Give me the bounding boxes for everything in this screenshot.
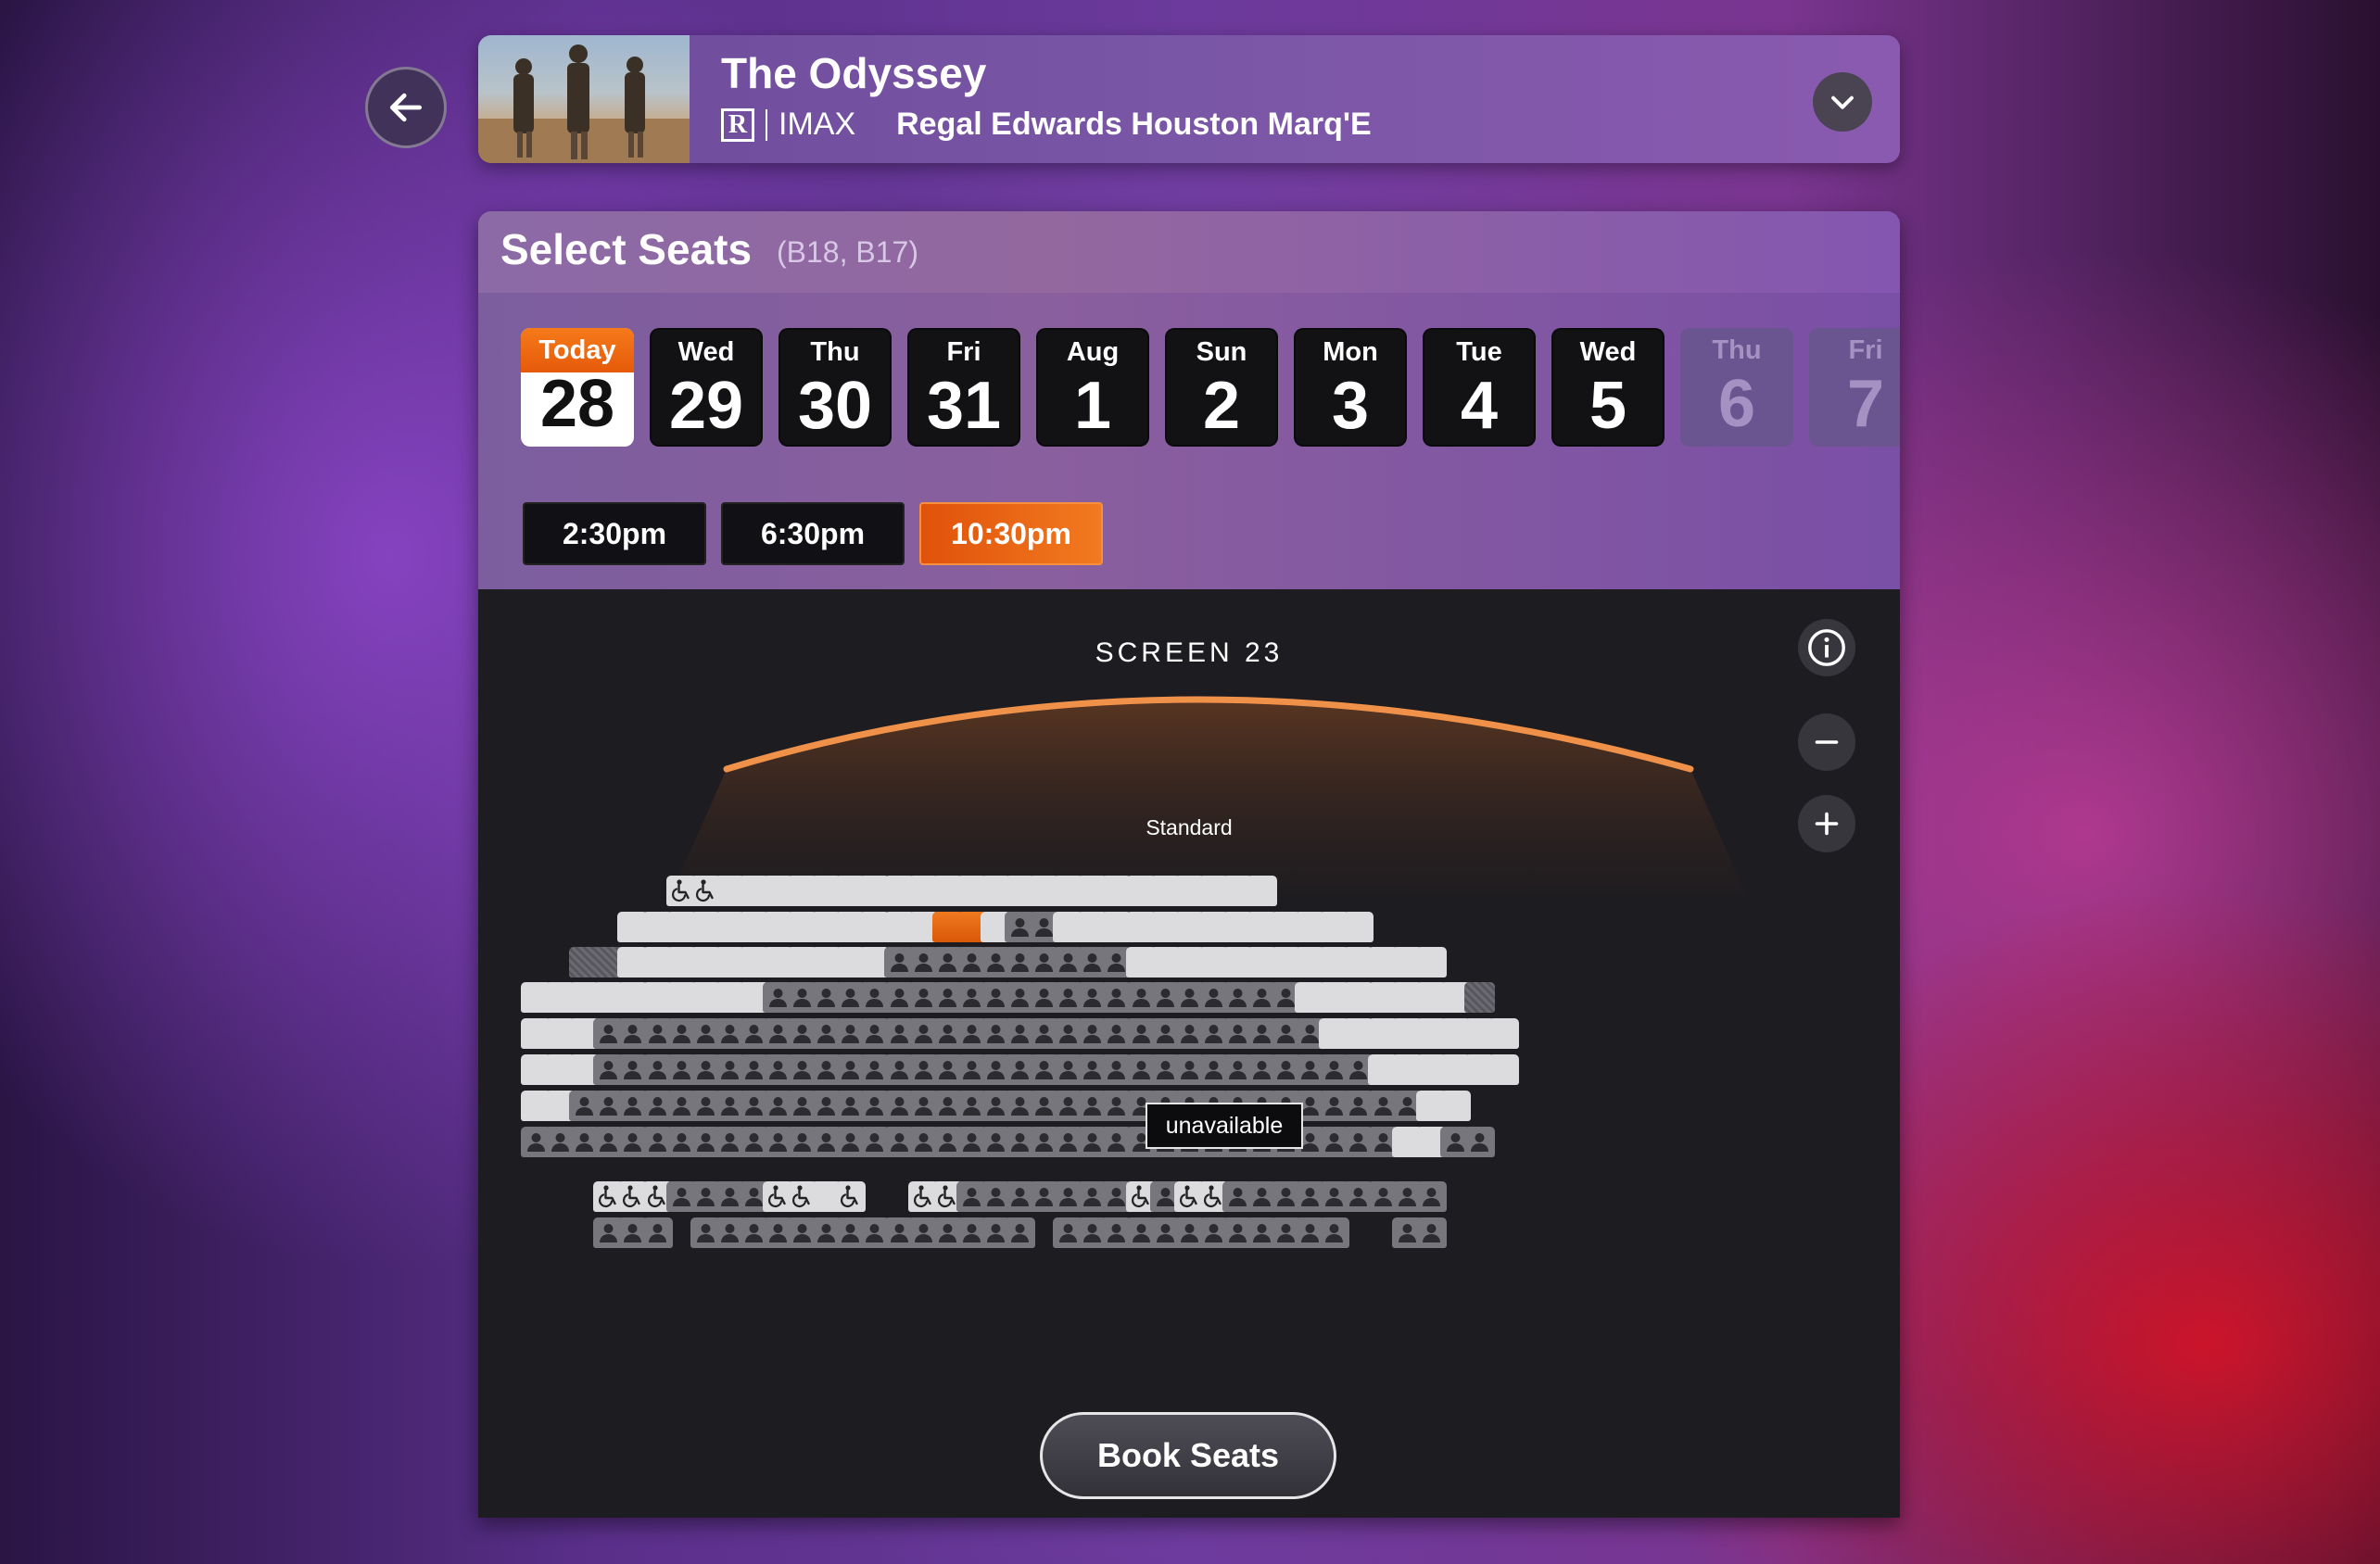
date-tile[interactable]: Wed 29 — [650, 328, 763, 447]
person-icon — [1423, 1224, 1440, 1242]
minus-icon — [1815, 740, 1839, 744]
movie-dropdown-button[interactable] — [1813, 72, 1872, 132]
info-button[interactable] — [1798, 619, 1855, 676]
back-button[interactable] — [365, 67, 447, 148]
date-day: 29 — [668, 369, 744, 443]
movie-header: The Odyssey R IMAX Regal Edwards Houston… — [478, 35, 1900, 163]
date-weekday: Wed — [1579, 337, 1637, 367]
meta-divider — [766, 108, 767, 141]
date-day: 31 — [926, 369, 1002, 443]
date-weekday: Tue — [1456, 337, 1502, 367]
theater-name: Regal Edwards Houston Marq'E — [896, 107, 1372, 142]
person-icon — [1011, 1224, 1029, 1242]
select-seats-header: Select Seats (B18, B17) — [478, 211, 1900, 293]
date-picker: Today 28 Wed 29 Thu 30 Fri 31 Aug 1 Sun 2 Mon 3 Tue 4 We… — [521, 328, 1900, 448]
chevron-down-icon — [1831, 95, 1854, 109]
seat-available[interactable] — [1488, 1054, 1519, 1085]
arrow-left-icon — [389, 93, 423, 122]
date-tile[interactable]: Thu 30 — [779, 328, 892, 447]
seat-available[interactable] — [1343, 912, 1374, 942]
seat-selection-panel: Select Seats (B18, B17) Today 28 Wed 29 Thu 3… — [478, 211, 1900, 1518]
date-tile[interactable]: Aug 1 — [1036, 328, 1149, 447]
wheelchair-icon — [841, 1185, 858, 1208]
seat-taken — [1416, 1181, 1447, 1212]
person-icon — [1325, 1224, 1343, 1242]
person-icon — [649, 1224, 666, 1242]
book-seats-button[interactable]: Book Seats — [1040, 1412, 1336, 1499]
date-weekday: Mon — [1323, 337, 1378, 367]
movie-meta: R IMAX Regal Edwards Houston Marq'E — [721, 107, 1372, 143]
date-tile[interactable]: Tue 4 — [1423, 328, 1536, 447]
date-day: 30 — [797, 369, 873, 443]
showtime-button[interactable]: 10:30pm — [919, 502, 1103, 565]
showtime-picker: 2:30pm 6:30pm 10:30pm — [523, 502, 1103, 565]
seat-taken — [642, 1217, 673, 1248]
seat-taken — [1319, 1217, 1349, 1248]
seat-taken — [1416, 1217, 1447, 1248]
plus-icon — [1815, 812, 1839, 836]
seat-available[interactable] — [1440, 1091, 1471, 1121]
date-weekday: Aug — [1066, 337, 1120, 367]
date-day: 4 — [1460, 369, 1499, 443]
seat-tooltip: unavailable — [1146, 1103, 1303, 1149]
date-tile: Thu 6 — [1680, 328, 1793, 447]
movie-title: The Odyssey — [721, 49, 987, 97]
date-weekday: Thu — [810, 337, 860, 367]
date-weekday: Fri — [1848, 335, 1883, 365]
showtime-button[interactable]: 6:30pm — [721, 502, 905, 565]
schedule-section: Select Seats (B18, B17) Today 28 Wed 29 Thu 3… — [478, 211, 1900, 589]
showtime-button[interactable]: 2:30pm — [523, 502, 706, 565]
date-weekday: Sun — [1196, 337, 1247, 367]
format-label: IMAX — [779, 107, 856, 142]
seat-map[interactable]: SCREEN 23 Standard — [478, 589, 1900, 1518]
section-label: Standard — [1146, 815, 1233, 839]
selected-seats-summary: (B18, B17) — [777, 235, 918, 269]
seat-taken — [1464, 1127, 1495, 1157]
date-tile[interactable]: Sun 2 — [1165, 328, 1278, 447]
date-tile[interactable]: Mon 3 — [1294, 328, 1407, 447]
date-day: 5 — [1589, 369, 1627, 443]
screen-label: SCREEN 23 — [1095, 637, 1284, 668]
seat-available[interactable] — [1488, 1018, 1519, 1049]
date-weekday: Wed — [677, 337, 735, 367]
seat-blocked — [1464, 982, 1495, 1013]
zoom-in-button[interactable] — [1798, 795, 1855, 852]
date-tile[interactable]: Fri 31 — [907, 328, 1020, 447]
info-icon — [1808, 629, 1845, 666]
date-day: 2 — [1202, 369, 1241, 443]
person-icon — [1423, 1188, 1440, 1206]
movie-poster — [478, 35, 690, 163]
date-day: 3 — [1331, 369, 1370, 443]
seat-available[interactable] — [1247, 876, 1277, 906]
person-icon — [1471, 1133, 1488, 1152]
date-day: 6 — [1717, 367, 1756, 441]
date-day: 28 — [539, 367, 615, 441]
date-tile[interactable]: Today 28 — [521, 328, 634, 447]
date-tile[interactable]: Wed 5 — [1551, 328, 1665, 447]
select-seats-title: Select Seats — [500, 225, 753, 273]
date-weekday: Thu — [1712, 335, 1762, 365]
date-tile: Fri 7 — [1809, 328, 1900, 447]
seat-taken — [1005, 1217, 1035, 1248]
date-weekday: Today — [521, 328, 634, 372]
rating-badge: R — [721, 107, 754, 142]
seat-wheelchair[interactable] — [835, 1181, 866, 1212]
date-day: 1 — [1073, 369, 1112, 443]
seat-available[interactable] — [1416, 947, 1447, 978]
zoom-out-button[interactable] — [1798, 713, 1855, 771]
date-weekday: Fri — [946, 337, 981, 367]
date-day: 7 — [1846, 367, 1885, 441]
